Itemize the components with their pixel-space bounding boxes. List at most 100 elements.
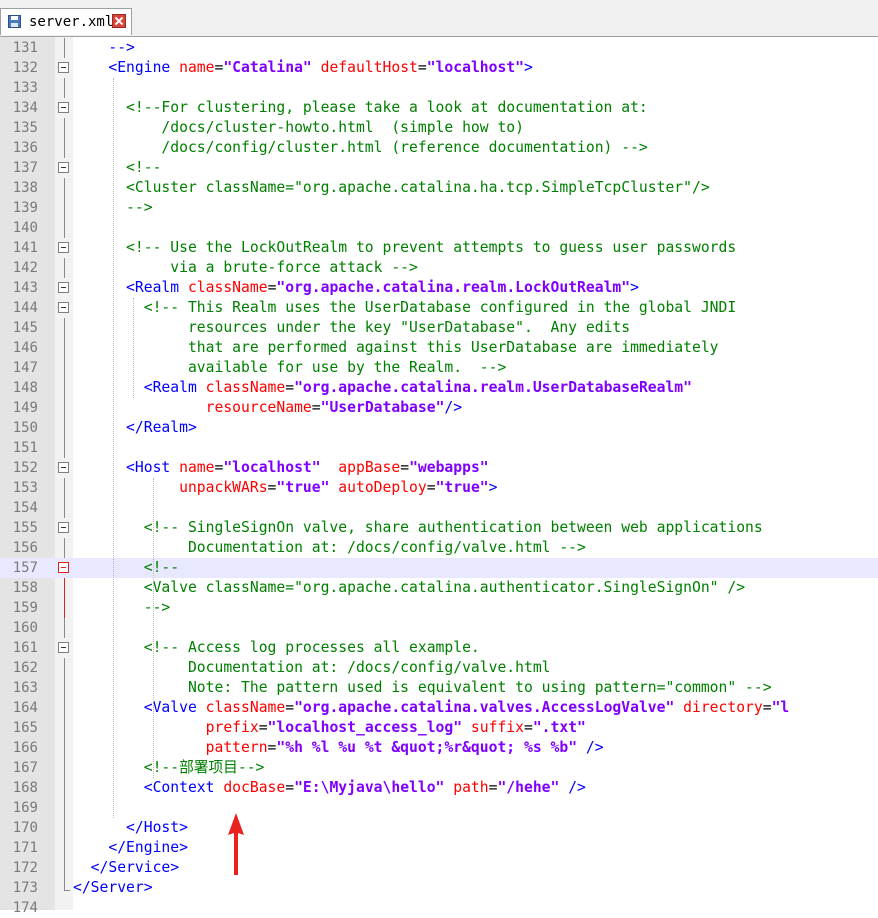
tab-server-xml[interactable]: server.xml (0, 8, 132, 35)
code-token: className (205, 379, 286, 396)
code-line[interactable]: 133 (0, 78, 878, 98)
code-line[interactable]: 151 (0, 438, 878, 458)
code-line[interactable]: 167 <!--部署项目--> (0, 758, 878, 778)
code-line[interactable]: 168 <Context docBase="E:\Myjava\hello" p… (0, 778, 878, 798)
code-token: resourceName (73, 399, 312, 416)
code-line[interactable]: 174 (0, 898, 878, 918)
line-number: 171 (12, 840, 38, 856)
code-line[interactable]: 131 --> (0, 38, 878, 58)
code-line[interactable]: 141 <!-- Use the LockOutRealm to prevent… (0, 238, 878, 258)
fold-toggle-icon[interactable] (58, 102, 69, 113)
fold-guide (64, 118, 65, 138)
code-line[interactable]: 162 Documentation at: /docs/config/valve… (0, 658, 878, 678)
code-line[interactable]: 163 Note: The pattern used is equivalent… (0, 678, 878, 698)
code-line[interactable]: 153 unpackWARs="true" autoDeploy="true"> (0, 478, 878, 498)
code-line[interactable]: 135 /docs/cluster-howto.html (simple how… (0, 118, 878, 138)
line-number: 143 (12, 280, 38, 296)
code-text: <!-- (73, 558, 179, 578)
fold-guide (64, 618, 65, 638)
code-token: suffix (462, 719, 524, 736)
code-token: <!-- This Realm uses the UserDatabase co… (73, 299, 737, 316)
code-line[interactable]: 158 <Valve className="org.apache.catalin… (0, 578, 878, 598)
code-line[interactable]: 155 <!-- SingleSignOn valve, share authe… (0, 518, 878, 538)
code-token: = (400, 459, 410, 476)
code-line[interactable]: 164 <Valve className="org.apache.catalin… (0, 698, 878, 718)
code-line[interactable]: 150 </Realm> (0, 418, 878, 438)
code-line[interactable]: 140 (0, 218, 878, 238)
code-token: name (179, 459, 215, 476)
code-text: </Engine> (73, 838, 188, 858)
code-line[interactable]: 171 </Engine> (0, 838, 878, 858)
code-text: <Valve className="org.apache.catalina.au… (73, 578, 745, 598)
code-line[interactable]: 144 <!-- This Realm uses the UserDatabas… (0, 298, 878, 318)
code-line[interactable]: 154 (0, 498, 878, 518)
code-text: Documentation at: /docs/config/valve.htm… (73, 538, 586, 558)
code-line[interactable]: 136 /docs/config/cluster.html (reference… (0, 138, 878, 158)
code-line[interactable]: 134 <!--For clustering, please take a lo… (0, 98, 878, 118)
code-line[interactable]: 157 <!-- (0, 558, 878, 578)
fold-toggle-icon[interactable] (58, 462, 69, 473)
code-line[interactable]: 156 Documentation at: /docs/config/valve… (0, 538, 878, 558)
code-line[interactable]: 148 <Realm className="org.apache.catalin… (0, 378, 878, 398)
code-token: "%h %l %u %t &quot;%r&quot; %s %b" (276, 739, 578, 756)
fold-guide (64, 378, 65, 398)
code-line[interactable]: 172 </Service> (0, 858, 878, 878)
fold-guide (64, 198, 65, 218)
fold-toggle-icon[interactable] (58, 282, 69, 293)
code-token: "org.apache.catalina.realm.UserDatabaseR… (294, 379, 692, 396)
code-line[interactable]: 152 <Host name="localhost" appBase="weba… (0, 458, 878, 478)
code-line[interactable]: 161 <!-- Access log processes all exampl… (0, 638, 878, 658)
code-token: available for use by the Realm. --> (73, 359, 507, 376)
fold-toggle-icon[interactable] (58, 522, 69, 533)
code-token: <!-- SingleSignOn valve, share authentic… (73, 519, 763, 536)
code-token: <Context (73, 779, 224, 796)
code-token: <Realm (73, 379, 206, 396)
code-token: Note: The pattern used is equivalent to … (73, 679, 772, 696)
code-line[interactable]: 143 <Realm className="org.apache.catalin… (0, 278, 878, 298)
code-token: </Realm> (73, 419, 197, 436)
fold-guide (64, 718, 65, 738)
code-token: </Server> (73, 879, 153, 896)
code-line[interactable]: 170 </Host> (0, 818, 878, 838)
code-line[interactable]: 139 --> (0, 198, 878, 218)
line-number: 139 (12, 200, 38, 216)
code-line[interactable]: 160 (0, 618, 878, 638)
code-line[interactable]: 159 --> (0, 598, 878, 618)
fold-toggle-icon[interactable] (58, 62, 69, 73)
line-number: 140 (12, 220, 38, 236)
fold-guide (64, 498, 65, 518)
line-number: 138 (12, 180, 38, 196)
code-token: <Engine (73, 59, 180, 76)
code-line[interactable]: 137 <!-- (0, 158, 878, 178)
fold-guide (64, 78, 65, 98)
line-number: 164 (12, 700, 38, 716)
code-line[interactable]: 173 </Server> (0, 878, 878, 898)
fold-guide (64, 798, 65, 818)
line-number: 155 (12, 520, 38, 536)
code-line[interactable]: 145 resources under the key "UserDatabas… (0, 318, 878, 338)
code-token: = (258, 719, 268, 736)
code-line[interactable]: 166 pattern="%h %l %u %t &quot;%r&quot; … (0, 738, 878, 758)
fold-toggle-icon[interactable] (58, 242, 69, 253)
code-editor[interactable]: 131 --> 132 <Engine name = "Catalina" defau… (0, 37, 878, 916)
code-line[interactable]: 138 <Cluster className="org.apache.catal… (0, 178, 878, 198)
fold-toggle-icon[interactable] (58, 302, 69, 313)
code-line[interactable]: 142 via a brute-force attack --> (0, 258, 878, 278)
close-icon[interactable] (112, 14, 126, 28)
tab-bar: server.xml (0, 0, 878, 37)
code-line[interactable]: 149 resourceName="UserDatabase"/> (0, 398, 878, 418)
code-token: defaultHost (311, 59, 418, 76)
code-token: <!-- Access log processes all example. (73, 639, 480, 656)
code-line[interactable]: 147 available for use by the Realm. --> (0, 358, 878, 378)
code-line[interactable]: 165 prefix="localhost_access_log" suffix… (0, 718, 878, 738)
code-token: directory (674, 699, 763, 716)
code-line[interactable]: 146 that are performed against this User… (0, 338, 878, 358)
line-number: 166 (12, 740, 38, 756)
fold-toggle-icon[interactable] (58, 162, 69, 173)
fold-toggle-icon[interactable] (58, 642, 69, 653)
fold-guide (64, 838, 65, 858)
code-token: "UserDatabase" (320, 399, 445, 416)
code-line[interactable]: 169 (0, 798, 878, 818)
fold-toggle-icon[interactable] (58, 562, 69, 573)
code-line[interactable]: 132 <Engine name="Catalina" defaultHost=… (0, 58, 878, 78)
